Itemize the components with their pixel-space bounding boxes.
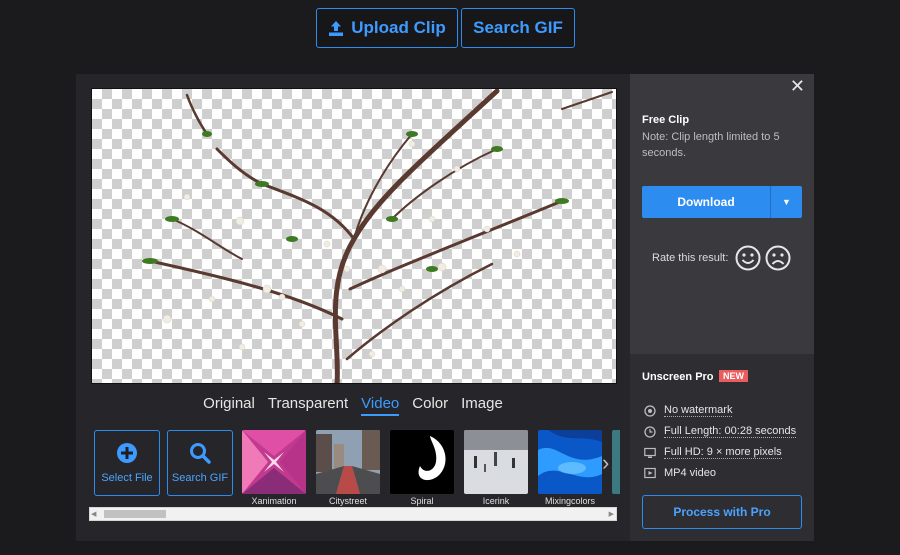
spiral-label: Spiral <box>410 496 434 506</box>
search-gif-button[interactable]: Search GIF <box>167 430 233 496</box>
tab-transparent[interactable]: Transparent <box>268 395 348 416</box>
process-with-pro-button[interactable]: Process with Pro <box>642 495 802 529</box>
bg-option-partial[interactable] <box>612 430 620 494</box>
upload-clip-button[interactable]: Upload Clip <box>316 8 458 48</box>
icerink-label: Icerink <box>482 496 510 506</box>
preview-canvas <box>91 88 617 384</box>
plus-circle-icon <box>117 443 137 463</box>
search-gif-label: Search GIF <box>171 472 229 484</box>
search-gif-top-label: Search GIF <box>473 18 563 37</box>
feature-label: MP4 video <box>664 467 716 479</box>
icerink-thumbnail <box>464 430 528 494</box>
feature-label: Full HD: 9 × more pixels <box>664 446 782 459</box>
clock-icon <box>644 425 656 438</box>
feature-mp4: MP4 video <box>644 467 716 479</box>
feature-full-length: Full Length: 00:28 seconds <box>644 425 797 438</box>
scrollbar-thumb[interactable] <box>104 510 166 518</box>
download-options-button[interactable]: ▼ <box>770 186 802 218</box>
citystreet-thumbnail <box>316 430 380 494</box>
tab-video[interactable]: Video <box>361 395 400 416</box>
no-watermark-icon <box>644 404 656 417</box>
new-badge: NEW <box>719 370 748 382</box>
bg-option-spiral[interactable]: Spiral <box>390 430 454 506</box>
scroll-left-icon[interactable]: ◀ <box>91 510 96 518</box>
search-icon <box>190 443 211 464</box>
upload-clip-label: Upload Clip <box>351 18 446 37</box>
xanimation-thumbnail <box>242 430 306 494</box>
download-label: Download <box>677 195 735 209</box>
background-tabs: Original Transparent Video Color Image <box>76 395 630 416</box>
mixingcolors-label: Mixingcolors <box>544 496 595 506</box>
bg-option-icerink[interactable]: Icerink <box>464 430 528 506</box>
scroll-right-icon[interactable]: ▶ <box>609 510 614 518</box>
free-clip-note: Note: Clip length limited to 5 seconds. <box>642 131 780 159</box>
select-file-label: Select File <box>101 472 153 484</box>
free-clip-section: ✕ Free Clip Note: Clip length limited to… <box>630 74 814 354</box>
spiral-thumbnail <box>390 430 454 494</box>
xanimation-label: Xanimation <box>251 496 297 506</box>
sad-face-icon[interactable] <box>765 245 791 271</box>
rate-label: Rate this result: <box>652 252 729 264</box>
chevron-right-icon[interactable]: › <box>602 450 609 476</box>
partial-thumbnail <box>612 430 620 494</box>
result-sidebar: ✕ Free Clip Note: Clip length limited to… <box>630 74 814 541</box>
download-button[interactable]: Download <box>642 186 770 218</box>
tab-image[interactable]: Image <box>461 395 503 416</box>
bg-option-xanimation[interactable]: Xanimation <box>242 430 306 506</box>
tab-original[interactable]: Original <box>203 395 255 416</box>
free-clip-title: Free Clip <box>642 114 690 126</box>
feature-full-hd: Full HD: 9 × more pixels <box>644 446 782 459</box>
mixingcolors-thumbnail <box>538 430 602 494</box>
video-file-icon <box>644 467 656 479</box>
search-gif-top-button[interactable]: Search GIF <box>461 8 575 48</box>
select-file-button[interactable]: Select File <box>94 430 160 496</box>
bg-option-mixingcolors[interactable]: Mixingcolors <box>538 430 602 506</box>
tab-color[interactable]: Color <box>412 395 448 416</box>
citystreet-label: Citystreet <box>328 496 367 506</box>
branch-image <box>142 89 613 383</box>
process-with-pro-label: Process with Pro <box>673 505 771 519</box>
feature-no-watermark: No watermark <box>644 404 733 417</box>
pro-title: Unscreen Pro <box>642 371 714 383</box>
close-icon[interactable]: ✕ <box>790 76 805 97</box>
background-strip: Select File Search GIF Xanimation Cityst… <box>94 430 620 508</box>
happy-face-icon[interactable] <box>735 245 761 271</box>
monitor-icon <box>644 447 656 458</box>
caret-down-icon: ▼ <box>782 197 791 207</box>
bg-option-citystreet[interactable]: Citystreet <box>316 430 380 506</box>
horizontal-scrollbar[interactable]: ◀ ▶ <box>89 507 617 521</box>
feature-label: Full Length: 00:28 seconds <box>664 425 797 438</box>
editor-panel: Original Transparent Video Color Image S… <box>76 74 630 541</box>
upload-icon <box>329 20 344 36</box>
feature-label: No watermark <box>664 404 733 417</box>
pro-section: Unscreen Pro NEW No watermark Full Lengt… <box>630 354 814 541</box>
